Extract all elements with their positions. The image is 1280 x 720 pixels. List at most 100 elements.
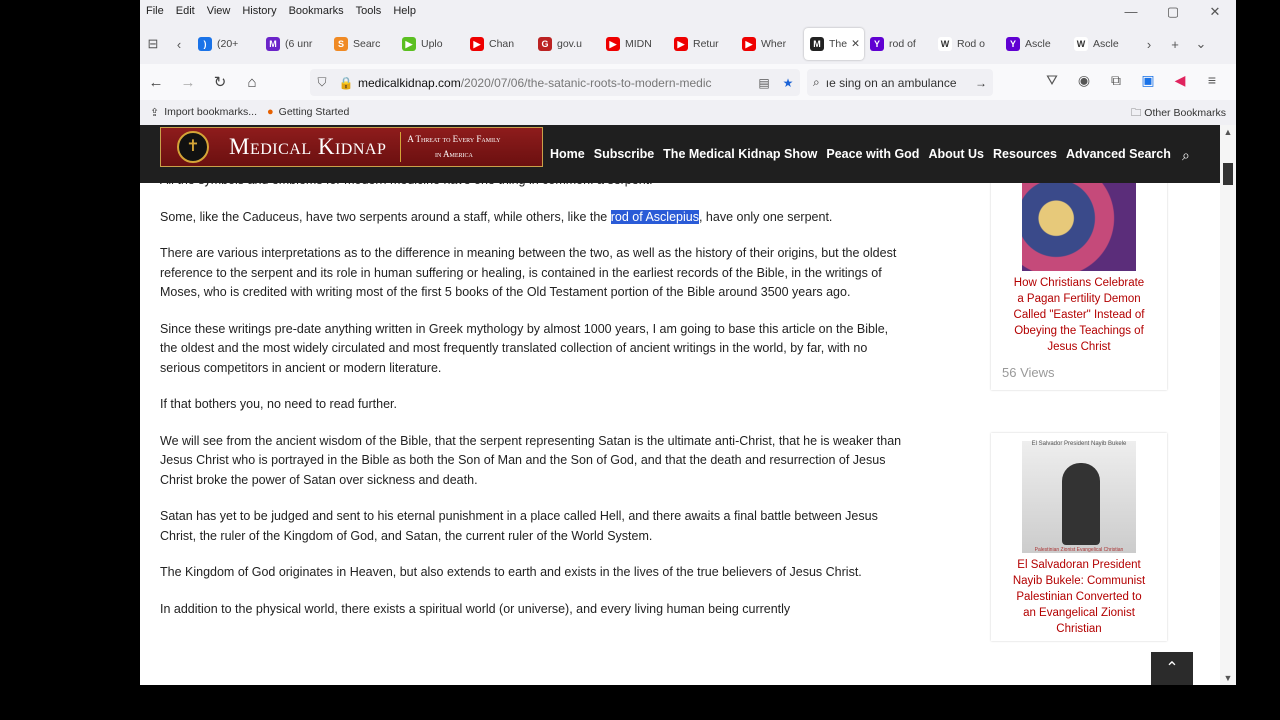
menu-help[interactable]: Help: [393, 5, 416, 17]
navigation-bar: ← → ↻ ⌂ ⛉ 🔒 medicalkidnap.com/2020/07/06…: [140, 64, 1236, 100]
menu-view[interactable]: View: [207, 5, 231, 17]
list-all-tabs-icon[interactable]: ⌄: [1188, 36, 1214, 52]
back-icon[interactable]: ←: [140, 74, 172, 91]
related-post-card[interactable]: How Christians Celebrate a Pagan Fertili…: [991, 165, 1167, 390]
toolbar-right: ⛛ ◉ ⧉ ▣ ◀ ≡: [1036, 72, 1228, 89]
post-title-link[interactable]: El Salvadoran President Nayib Bukele: Co…: [991, 553, 1167, 641]
search-input[interactable]: ıe sing on an ambulance: [826, 76, 975, 90]
menu-tools[interactable]: Tools: [356, 5, 382, 17]
reload-icon[interactable]: ↻: [204, 73, 236, 91]
bookmark-star-icon[interactable]: ★: [776, 76, 800, 90]
search-icon: ⌕: [813, 75, 820, 89]
tab-label: Ascle: [1025, 38, 1051, 50]
tab-scroll-left-icon[interactable]: ‹: [166, 37, 192, 52]
nav-advanced-search[interactable]: Advanced Search: [1066, 147, 1171, 161]
view-count: 56 Views: [1002, 365, 1055, 380]
search-go-icon[interactable]: →: [975, 76, 987, 90]
article-paragraph: Some, like the Caduceus, have two serpen…: [160, 208, 905, 228]
post-thumbnail[interactable]: [1022, 183, 1136, 271]
tab-12[interactable]: Y Ascle: [1000, 28, 1068, 60]
search-bar[interactable]: ⌕ ıe sing on an ambulance →: [807, 69, 993, 96]
import-bookmarks-label: Import bookmarks...: [164, 106, 257, 118]
account-icon[interactable]: ◉: [1068, 72, 1100, 89]
tab-8[interactable]: ▶ Wher: [736, 28, 804, 60]
tab-favicon-icon: ▶: [402, 37, 416, 51]
nav-about-us[interactable]: About Us: [928, 147, 984, 161]
nav-show[interactable]: The Medical Kidnap Show: [663, 147, 817, 161]
close-window-button[interactable]: ✕: [1194, 0, 1236, 24]
scroll-up-icon[interactable]: ▲: [1220, 127, 1236, 137]
tab-label: Ascle: [1093, 38, 1119, 50]
extensions-icon[interactable]: ⧉: [1100, 72, 1132, 89]
extension-icon[interactable]: ▣: [1132, 72, 1164, 89]
tab-5[interactable]: Ggov.u: [532, 28, 600, 60]
site-search-icon[interactable]: ⌕: [1182, 147, 1190, 164]
web-page: All the symbols and emblems for modern m…: [140, 125, 1220, 685]
tab-close-icon[interactable]: ✕: [851, 38, 860, 50]
tab-favicon-icon: M: [266, 37, 280, 51]
forward-icon[interactable]: →: [172, 74, 204, 91]
article-paragraph: In addition to the physical world, there…: [160, 601, 791, 616]
tab-favicon-icon: Y: [870, 37, 884, 51]
megaphone-icon[interactable]: ◀: [1164, 72, 1196, 89]
site-nav: Home Subscribe The Medical Kidnap Show P…: [550, 147, 1180, 161]
menu-file[interactable]: File: [146, 5, 164, 17]
scroll-down-icon[interactable]: ▼: [1220, 673, 1236, 683]
tab-2[interactable]: S Searc: [328, 28, 396, 60]
tab-3[interactable]: ▶ Uplo: [396, 28, 464, 60]
site-logo[interactable]: ✝ Medical Kidnap A Threat to Every Famil…: [160, 127, 543, 167]
maximize-button[interactable]: ▢: [1152, 0, 1194, 24]
scrollbar-thumb[interactable]: [1223, 163, 1233, 185]
new-tab-icon[interactable]: +: [1162, 37, 1188, 52]
tab-13[interactable]: W Ascle: [1068, 28, 1136, 60]
tab-overview-icon[interactable]: ⊟: [140, 36, 166, 52]
post-thumbnail[interactable]: El Salvador President Nayib Bukele Pales…: [1022, 441, 1136, 553]
article-paragraph: The Kingdom of God originates in Heaven,…: [160, 565, 862, 579]
post-title-link[interactable]: How Christians Celebrate a Pagan Fertili…: [991, 271, 1167, 359]
url-bar[interactable]: ⛉ 🔒 medicalkidnap.com/2020/07/06/the-sat…: [310, 69, 800, 96]
nav-subscribe[interactable]: Subscribe: [594, 147, 654, 161]
url-text[interactable]: medicalkidnap.com/2020/07/06/the-satanic…: [358, 76, 752, 90]
tab-favicon-icon: ▶: [470, 37, 484, 51]
person-photo: [1062, 463, 1100, 545]
import-bookmarks-link[interactable]: ⇪ Import bookmarks...: [150, 106, 257, 119]
tab-scroll-right-icon[interactable]: ›: [1136, 37, 1162, 52]
tab-10[interactable]: Yrod of: [864, 28, 932, 60]
scroll-to-top-button[interactable]: ⌃: [1151, 652, 1193, 685]
other-bookmarks-link[interactable]: 🗀 Other Bookmarks: [1131, 105, 1226, 123]
menu-history[interactable]: History: [242, 5, 276, 17]
page-scrollbar[interactable]: ▲ ▼: [1220, 125, 1236, 685]
minimize-button[interactable]: —: [1110, 0, 1152, 24]
tab-label: Chan: [489, 38, 515, 50]
tab-favicon-icon: M: [810, 37, 824, 51]
tab-0[interactable]: ) (20+: [192, 28, 260, 60]
tab-1[interactable]: M (6 unr: [260, 28, 328, 60]
hamburger-menu-icon[interactable]: ≡: [1196, 72, 1228, 89]
tab-6[interactable]: ▶ MIDN: [600, 28, 668, 60]
tab-4[interactable]: ▶ Chan: [464, 28, 532, 60]
home-icon[interactable]: ⌂: [236, 74, 268, 91]
tab-list: ) (20+ M (6 unr S Searc ▶ Uplo ▶ Chan Ggov.u ▶ MIDN ▶…: [192, 28, 1136, 60]
getting-started-link[interactable]: ● Getting Started: [267, 106, 349, 118]
nav-home[interactable]: Home: [550, 147, 585, 161]
reader-view-icon[interactable]: ▤: [752, 76, 776, 90]
menu-bookmarks[interactable]: Bookmarks: [289, 5, 344, 17]
tab-11[interactable]: W Rod o: [932, 28, 1000, 60]
tab-label: Rod o: [957, 38, 986, 50]
logo-title: Medical Kidnap: [229, 134, 387, 159]
thumbnail-caption: Palestinian Zionist Evangelical Christia…: [1034, 547, 1124, 553]
selected-text[interactable]: rod of Asclepius: [610, 209, 699, 224]
browser-window: File Edit View History Bookmarks Tools H…: [140, 0, 1236, 685]
tracking-shield-icon[interactable]: ⛉: [310, 75, 334, 90]
tab-9[interactable]: M The ✕: [804, 28, 864, 60]
nav-peace-with-god[interactable]: Peace with God: [826, 147, 919, 161]
lock-icon[interactable]: 🔒: [334, 76, 358, 90]
menu-edit[interactable]: Edit: [176, 5, 195, 17]
chevron-up-icon: ⌃: [1165, 660, 1179, 677]
tab-bar: ⊟ ‹ ) (20+ M (6 unr S Searc ▶ Uplo ▶ Chan Ggov.u ▶ M…: [140, 26, 1236, 62]
nav-resources[interactable]: Resources: [993, 147, 1057, 161]
pocket-icon[interactable]: ⛛: [1036, 72, 1068, 89]
tab-7[interactable]: ▶ Retur: [668, 28, 736, 60]
related-post-card[interactable]: El Salvador President Nayib Bukele Pales…: [991, 433, 1167, 641]
tab-label: Wher: [761, 38, 787, 50]
